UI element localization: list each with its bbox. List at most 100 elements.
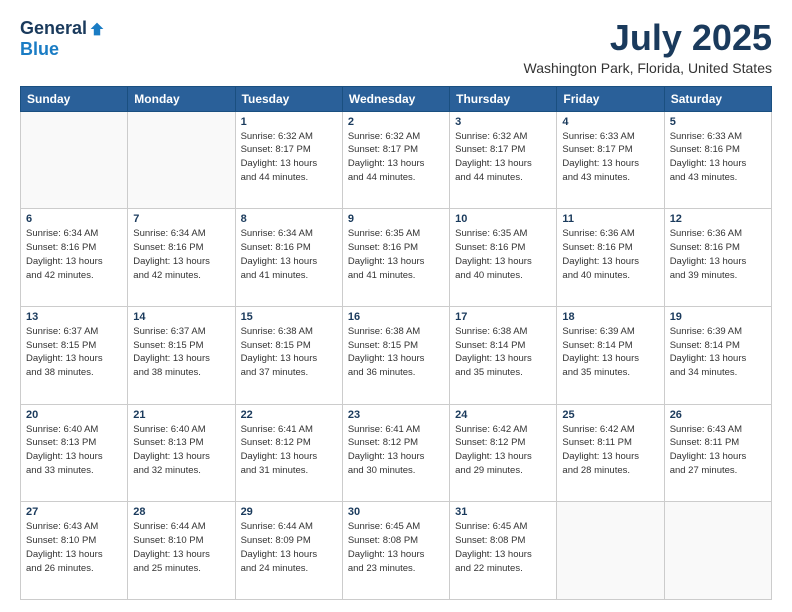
calendar-cell: 5 Sunrise: 6:33 AM Sunset: 8:16 PM Daylig… bbox=[664, 111, 771, 209]
calendar-cell: 15Sunrise: 6:38 AM Sunset: 8:15 PM Dayli… bbox=[235, 306, 342, 404]
calendar-cell: 10 Sunrise: 6:35 AM Sunset: 8:16 PM Dayli… bbox=[450, 209, 557, 307]
day-number: 1 bbox=[241, 116, 337, 128]
day-info: Sunrise: 6:37 AM Sunset: 8:15 PM Dayligh… bbox=[26, 325, 122, 380]
day-info: Sunrise: 6:45 AM Sunset: 8:08 PM Dayligh… bbox=[348, 520, 444, 575]
calendar-cell bbox=[664, 502, 771, 600]
calendar-week-5: 27Sunrise: 6:43 AM Sunset: 8:10 PM Dayli… bbox=[21, 502, 772, 600]
calendar-cell: 21 Sunrise: 6:40 AM Sunset: 8:13 PM Dayli… bbox=[128, 404, 235, 502]
day-info: Sunrise: 6:34 AM Sunset: 8:16 PM Dayligh… bbox=[26, 227, 122, 282]
weekday-header-wednesday: Wednesday bbox=[342, 86, 449, 111]
day-info: Sunrise: 6:42 AM Sunset: 8:11 PM Dayligh… bbox=[562, 423, 658, 478]
calendar-cell: 23Sunrise: 6:41 AM Sunset: 8:12 PM Dayli… bbox=[342, 404, 449, 502]
header: General Blue July 2025 Washington Park, … bbox=[20, 18, 772, 76]
day-info: Sunrise: 6:44 AM Sunset: 8:09 PM Dayligh… bbox=[241, 520, 337, 575]
day-info: Sunrise: 6:36 AM Sunset: 8:16 PM Dayligh… bbox=[562, 227, 658, 282]
day-number: 30 bbox=[348, 506, 444, 518]
day-number: 18 bbox=[562, 311, 658, 323]
calendar-cell: 1 Sunrise: 6:32 AM Sunset: 8:17 PM Daylig… bbox=[235, 111, 342, 209]
calendar-week-4: 20 Sunrise: 6:40 AM Sunset: 8:13 PM Dayli… bbox=[21, 404, 772, 502]
day-number: 17 bbox=[455, 311, 551, 323]
day-info: Sunrise: 6:39 AM Sunset: 8:14 PM Dayligh… bbox=[670, 325, 766, 380]
day-info: Sunrise: 6:35 AM Sunset: 8:16 PM Dayligh… bbox=[455, 227, 551, 282]
calendar-cell: 27Sunrise: 6:43 AM Sunset: 8:10 PM Dayli… bbox=[21, 502, 128, 600]
day-number: 10 bbox=[455, 213, 551, 225]
calendar-cell: 7 Sunrise: 6:34 AM Sunset: 8:16 PM Daylig… bbox=[128, 209, 235, 307]
weekday-header-thursday: Thursday bbox=[450, 86, 557, 111]
calendar-cell: 26 Sunrise: 6:43 AM Sunset: 8:11 PM Dayli… bbox=[664, 404, 771, 502]
day-number: 6 bbox=[26, 213, 122, 225]
day-number: 4 bbox=[562, 116, 658, 128]
calendar-cell: 4Sunrise: 6:33 AM Sunset: 8:17 PM Daylig… bbox=[557, 111, 664, 209]
day-number: 11 bbox=[562, 213, 658, 225]
calendar-cell: 18Sunrise: 6:39 AM Sunset: 8:14 PM Dayli… bbox=[557, 306, 664, 404]
day-number: 13 bbox=[26, 311, 122, 323]
calendar-cell: 13 Sunrise: 6:37 AM Sunset: 8:15 PM Dayli… bbox=[21, 306, 128, 404]
calendar-cell bbox=[21, 111, 128, 209]
day-number: 25 bbox=[562, 409, 658, 421]
calendar-cell: 6 Sunrise: 6:34 AM Sunset: 8:16 PM Daylig… bbox=[21, 209, 128, 307]
day-number: 24 bbox=[455, 409, 551, 421]
day-number: 31 bbox=[455, 506, 551, 518]
month-title: July 2025 bbox=[524, 18, 773, 58]
day-number: 3 bbox=[455, 116, 551, 128]
logo-blue-text: Blue bbox=[20, 39, 59, 60]
day-number: 12 bbox=[670, 213, 766, 225]
calendar-cell: 22 Sunrise: 6:41 AM Sunset: 8:12 PM Dayli… bbox=[235, 404, 342, 502]
calendar-cell: 25 Sunrise: 6:42 AM Sunset: 8:11 PM Dayli… bbox=[557, 404, 664, 502]
day-info: Sunrise: 6:44 AM Sunset: 8:10 PM Dayligh… bbox=[133, 520, 229, 575]
location-text: Washington Park, Florida, United States bbox=[524, 60, 773, 76]
day-number: 21 bbox=[133, 409, 229, 421]
calendar-cell: 30 Sunrise: 6:45 AM Sunset: 8:08 PM Dayli… bbox=[342, 502, 449, 600]
day-number: 22 bbox=[241, 409, 337, 421]
day-number: 8 bbox=[241, 213, 337, 225]
day-info: Sunrise: 6:35 AM Sunset: 8:16 PM Dayligh… bbox=[348, 227, 444, 282]
day-number: 15 bbox=[241, 311, 337, 323]
weekday-header-monday: Monday bbox=[128, 86, 235, 111]
calendar-cell: 3Sunrise: 6:32 AM Sunset: 8:17 PM Daylig… bbox=[450, 111, 557, 209]
day-info: Sunrise: 6:36 AM Sunset: 8:16 PM Dayligh… bbox=[670, 227, 766, 282]
day-info: Sunrise: 6:38 AM Sunset: 8:14 PM Dayligh… bbox=[455, 325, 551, 380]
day-number: 20 bbox=[26, 409, 122, 421]
calendar-cell: 24Sunrise: 6:42 AM Sunset: 8:12 PM Dayli… bbox=[450, 404, 557, 502]
day-number: 9 bbox=[348, 213, 444, 225]
day-number: 16 bbox=[348, 311, 444, 323]
calendar-week-1: 1 Sunrise: 6:32 AM Sunset: 8:17 PM Daylig… bbox=[21, 111, 772, 209]
page: General Blue July 2025 Washington Park, … bbox=[0, 0, 792, 612]
day-info: Sunrise: 6:40 AM Sunset: 8:13 PM Dayligh… bbox=[26, 423, 122, 478]
calendar-cell: 29Sunrise: 6:44 AM Sunset: 8:09 PM Dayli… bbox=[235, 502, 342, 600]
calendar-cell bbox=[557, 502, 664, 600]
day-number: 26 bbox=[670, 409, 766, 421]
weekday-header-sunday: Sunday bbox=[21, 86, 128, 111]
weekday-header-friday: Friday bbox=[557, 86, 664, 111]
day-info: Sunrise: 6:32 AM Sunset: 8:17 PM Dayligh… bbox=[241, 130, 337, 185]
day-number: 14 bbox=[133, 311, 229, 323]
logo-icon bbox=[89, 21, 105, 37]
day-info: Sunrise: 6:37 AM Sunset: 8:15 PM Dayligh… bbox=[133, 325, 229, 380]
calendar-cell: 8 Sunrise: 6:34 AM Sunset: 8:16 PM Daylig… bbox=[235, 209, 342, 307]
day-info: Sunrise: 6:34 AM Sunset: 8:16 PM Dayligh… bbox=[133, 227, 229, 282]
calendar-week-3: 13 Sunrise: 6:37 AM Sunset: 8:15 PM Dayli… bbox=[21, 306, 772, 404]
day-info: Sunrise: 6:41 AM Sunset: 8:12 PM Dayligh… bbox=[241, 423, 337, 478]
day-info: Sunrise: 6:45 AM Sunset: 8:08 PM Dayligh… bbox=[455, 520, 551, 575]
calendar-cell: 11 Sunrise: 6:36 AM Sunset: 8:16 PM Dayli… bbox=[557, 209, 664, 307]
day-info: Sunrise: 6:38 AM Sunset: 8:15 PM Dayligh… bbox=[348, 325, 444, 380]
day-info: Sunrise: 6:43 AM Sunset: 8:11 PM Dayligh… bbox=[670, 423, 766, 478]
calendar-cell: 12 Sunrise: 6:36 AM Sunset: 8:16 PM Dayli… bbox=[664, 209, 771, 307]
calendar-cell: 28 Sunrise: 6:44 AM Sunset: 8:10 PM Dayli… bbox=[128, 502, 235, 600]
weekday-header-saturday: Saturday bbox=[664, 86, 771, 111]
calendar-cell: 17 Sunrise: 6:38 AM Sunset: 8:14 PM Dayli… bbox=[450, 306, 557, 404]
day-number: 28 bbox=[133, 506, 229, 518]
calendar-cell bbox=[128, 111, 235, 209]
day-info: Sunrise: 6:34 AM Sunset: 8:16 PM Dayligh… bbox=[241, 227, 337, 282]
day-info: Sunrise: 6:33 AM Sunset: 8:16 PM Dayligh… bbox=[670, 130, 766, 185]
day-number: 7 bbox=[133, 213, 229, 225]
weekday-header-row: SundayMondayTuesdayWednesdayThursdayFrid… bbox=[21, 86, 772, 111]
calendar-cell: 16 Sunrise: 6:38 AM Sunset: 8:15 PM Dayli… bbox=[342, 306, 449, 404]
day-number: 5 bbox=[670, 116, 766, 128]
day-number: 19 bbox=[670, 311, 766, 323]
day-number: 23 bbox=[348, 409, 444, 421]
calendar-table: SundayMondayTuesdayWednesdayThursdayFrid… bbox=[20, 86, 772, 600]
calendar-cell: 2Sunrise: 6:32 AM Sunset: 8:17 PM Daylig… bbox=[342, 111, 449, 209]
logo-general-text: General bbox=[20, 18, 87, 39]
day-info: Sunrise: 6:40 AM Sunset: 8:13 PM Dayligh… bbox=[133, 423, 229, 478]
